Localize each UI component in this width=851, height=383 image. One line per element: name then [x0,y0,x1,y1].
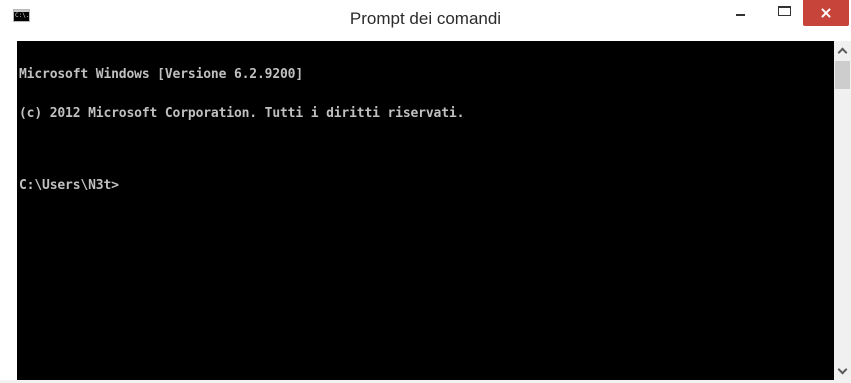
title-bar[interactable]: C:\. Prompt dei comandi [0,0,851,40]
scroll-thumb[interactable] [835,61,850,89]
window-title: Prompt dei comandi [349,9,502,28]
minimize-button[interactable] [726,0,754,30]
console-output[interactable]: Microsoft Windows [Versione 6.2.9200] (c… [17,41,834,380]
scroll-down-button[interactable] [834,363,851,380]
console-line-version: Microsoft Windows [Versione 6.2.9200] [19,67,304,82]
vertical-scrollbar[interactable] [834,41,851,380]
console-text: Microsoft Windows [Versione 6.2.9200] (c… [19,42,464,218]
console-prompt[interactable]: C:\Users\N3t> [19,179,464,192]
scroll-up-button[interactable] [834,41,851,58]
command-prompt-window: C:\. Prompt dei comandi Microsoft Window… [0,0,851,383]
console-line-copyright: (c) 2012 Microsoft Corporation. Tutti i … [19,106,465,121]
maximize-button[interactable] [772,0,798,30]
close-button[interactable] [803,0,849,26]
